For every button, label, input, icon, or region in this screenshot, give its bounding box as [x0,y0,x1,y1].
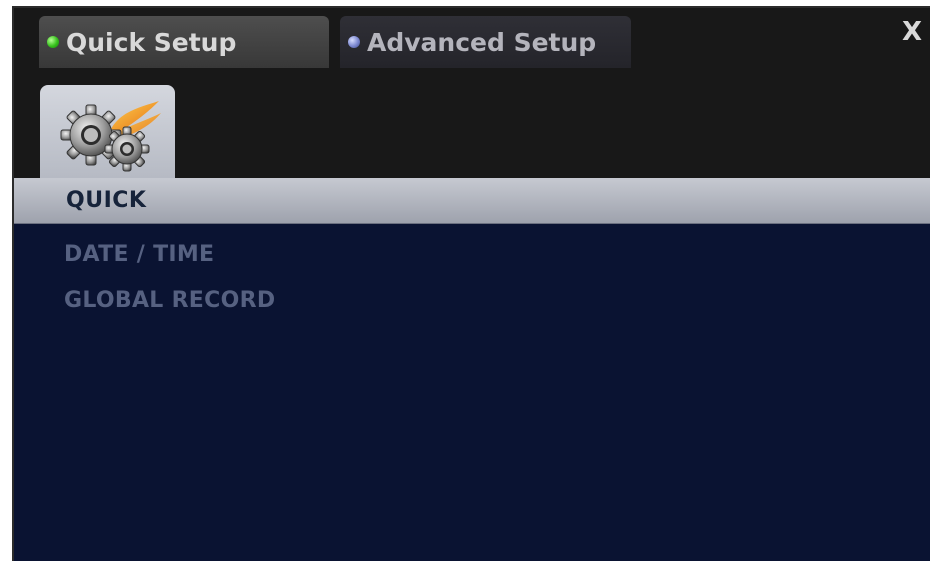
section-header-bar: QUICK [14,178,930,224]
menu-item-date-time[interactable]: DATE / TIME [64,242,214,267]
menu-panel: DATE / TIME GLOBAL RECORD [14,224,930,561]
menu-item-global-record[interactable]: GLOBAL RECORD [64,288,275,313]
quick-icon-tab[interactable] [40,85,175,181]
close-button[interactable]: X [900,12,924,52]
section-title: QUICK [66,188,147,213]
tab-advanced-setup[interactable]: Advanced Setup [340,16,631,68]
green-status-dot-icon [47,36,59,48]
gears-icon [60,101,161,172]
tab-advanced-setup-label: Advanced Setup [367,27,597,57]
tab-quick-setup[interactable]: Quick Setup [39,16,329,68]
blue-status-dot-icon [348,36,360,48]
tab-quick-setup-label: Quick Setup [66,27,237,57]
setup-window: Quick Setup Advanced Setup X QUICK DATE … [12,6,930,561]
